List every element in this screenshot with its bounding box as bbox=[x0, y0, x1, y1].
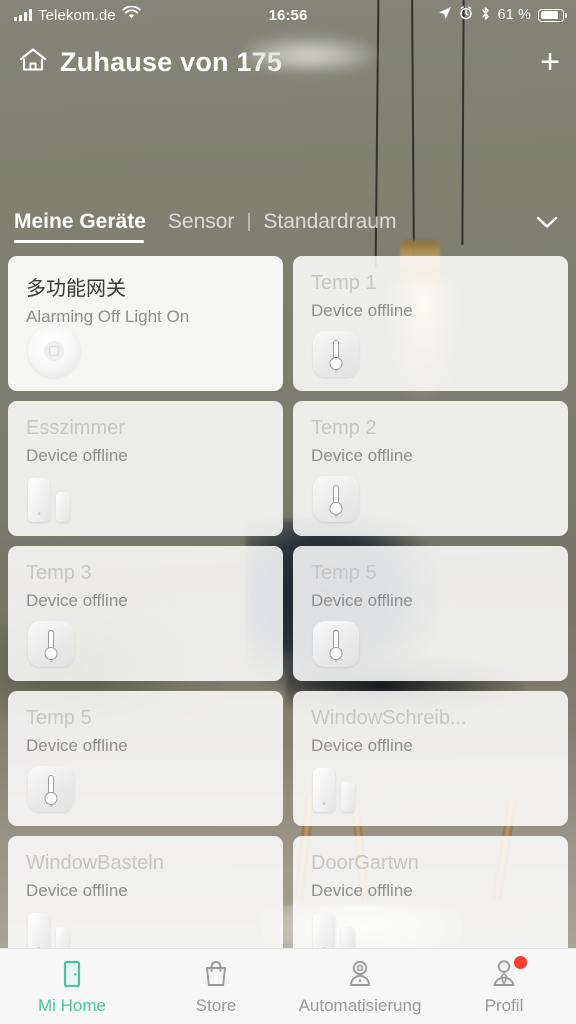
battery-percent-label: 61 % bbox=[497, 7, 531, 23]
tab-standardraum[interactable]: Standardraum bbox=[263, 210, 396, 243]
device-status: Device offline bbox=[311, 736, 413, 755]
home-icon bbox=[18, 46, 48, 78]
door-icon bbox=[56, 958, 88, 990]
tab-meine-geraete[interactable]: Meine Geräte bbox=[14, 210, 146, 243]
device-status: Device offline bbox=[311, 591, 413, 610]
battery-icon bbox=[538, 8, 567, 22]
notification-badge bbox=[514, 955, 527, 969]
person-icon bbox=[488, 955, 527, 990]
device-card[interactable]: Temp 2 Device offline bbox=[293, 401, 568, 536]
nav-label: Store bbox=[195, 995, 237, 1015]
device-status: Device offline bbox=[26, 881, 128, 900]
camera-robot-icon bbox=[344, 958, 376, 990]
device-card[interactable]: Temp 5 Device offline bbox=[8, 691, 283, 826]
device-card[interactable]: WindowSchreib... Device offline bbox=[293, 691, 568, 826]
device-grid: 多功能网关 Alarming Off Light On Temp 1 Devic… bbox=[0, 256, 576, 971]
device-card[interactable]: Temp 5 Device offline bbox=[293, 546, 568, 681]
thermometer-icon bbox=[28, 766, 74, 812]
device-name: Temp 1 bbox=[311, 272, 377, 294]
device-name: Temp 3 bbox=[26, 562, 92, 584]
device-name: Temp 5 bbox=[26, 707, 92, 729]
device-status: Device offline bbox=[26, 736, 128, 755]
status-bar: Telekom.de 16:56 61 % bbox=[0, 0, 576, 30]
alarm-clock-icon bbox=[459, 6, 473, 24]
nav-item-mi-home[interactable]: Mi Home bbox=[0, 958, 144, 1016]
page-title: Zuhause von 175 bbox=[60, 46, 283, 77]
bluetooth-icon bbox=[480, 6, 491, 25]
thermometer-icon bbox=[28, 621, 74, 667]
nav-label: Mi Home bbox=[37, 995, 106, 1015]
device-name: WindowSchreib... bbox=[311, 707, 467, 729]
device-name: 多功能网关 bbox=[26, 278, 126, 300]
bottom-navigation: Mi Home Store Automatisierung Profil bbox=[0, 948, 576, 1024]
thermometer-icon bbox=[313, 476, 359, 522]
thermometer-icon bbox=[313, 621, 359, 667]
add-device-button[interactable]: + bbox=[540, 45, 560, 79]
tab-separator: | bbox=[246, 210, 252, 232]
thermometer-icon bbox=[313, 331, 359, 377]
nav-label: Automatisierung bbox=[298, 995, 422, 1015]
device-card[interactable]: Temp 1 Device offline bbox=[293, 256, 568, 391]
device-status: Device offline bbox=[26, 446, 128, 465]
nav-item-store[interactable]: Store bbox=[144, 958, 288, 1016]
device-status: Device offline bbox=[311, 301, 413, 320]
device-card[interactable]: Esszimmer Device offline bbox=[8, 401, 283, 536]
device-status: Alarming Off Light On bbox=[26, 307, 190, 326]
device-name: Temp 2 bbox=[311, 417, 377, 439]
device-name: DoorGartwn bbox=[311, 852, 419, 874]
device-status: Device offline bbox=[26, 591, 128, 610]
device-name: WindowBasteln bbox=[26, 852, 164, 874]
app-header: Zuhause von 175 + bbox=[0, 30, 576, 94]
device-status: Device offline bbox=[311, 446, 413, 465]
chevron-down-icon[interactable] bbox=[532, 212, 562, 240]
nav-item-profil[interactable]: Profil bbox=[432, 955, 576, 1016]
shopping-bag-icon bbox=[200, 958, 232, 990]
device-card[interactable]: Temp 3 Device offline bbox=[8, 546, 283, 681]
location-arrow-icon bbox=[438, 6, 452, 24]
nav-label: Profil bbox=[484, 995, 524, 1015]
door-window-sensor-icon bbox=[313, 764, 367, 812]
door-window-sensor-icon bbox=[28, 474, 82, 522]
tab-bar: Meine Geräte Sensor | Standardraum bbox=[0, 204, 576, 248]
device-name: Esszimmer bbox=[26, 417, 125, 439]
device-card[interactable]: 多功能网关 Alarming Off Light On bbox=[8, 256, 283, 391]
gateway-icon bbox=[28, 325, 80, 377]
tab-sensor[interactable]: Sensor bbox=[168, 210, 235, 243]
device-name: Temp 5 bbox=[311, 562, 377, 584]
nav-item-automatisierung[interactable]: Automatisierung bbox=[288, 958, 432, 1016]
device-status: Device offline bbox=[311, 881, 413, 900]
